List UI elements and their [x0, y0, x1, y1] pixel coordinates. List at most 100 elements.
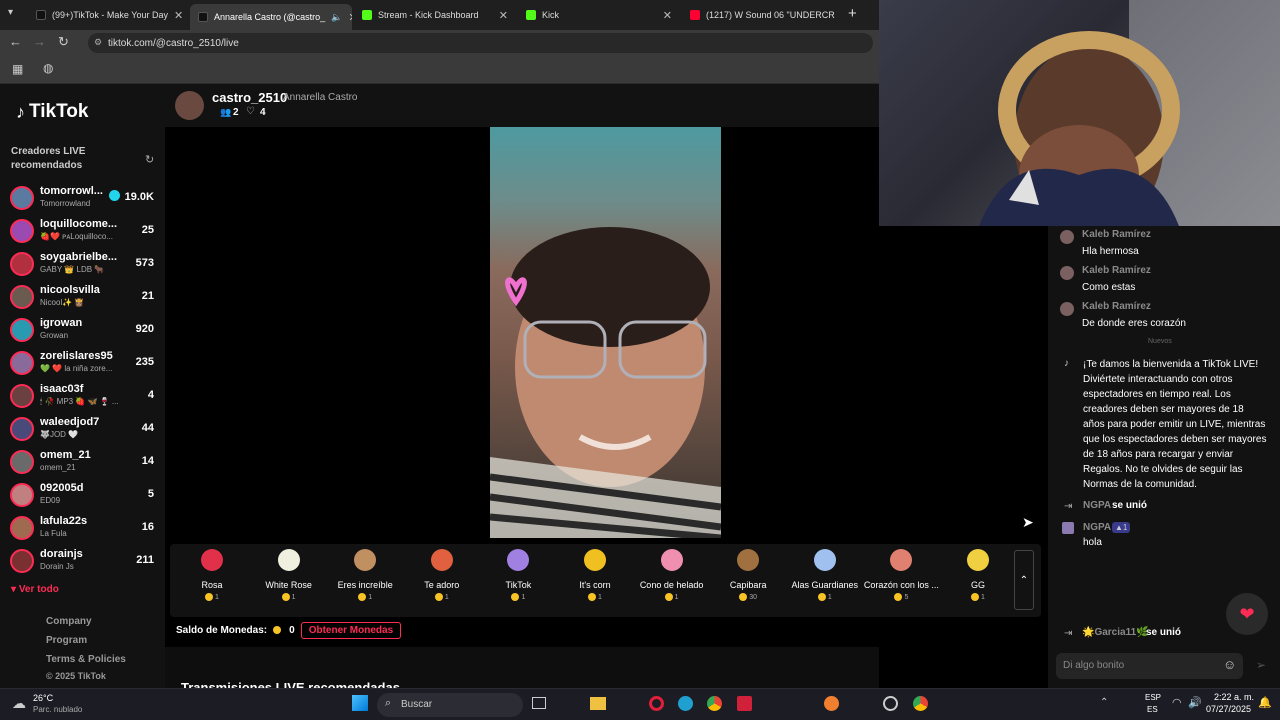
gift-item[interactable]: TikTok 1: [480, 549, 556, 601]
footer-company-link[interactable]: Company: [46, 616, 92, 627]
obs-icon[interactable]: [883, 696, 898, 711]
close-tab-icon[interactable]: ✕: [841, 9, 842, 22]
creator-row[interactable]: soygabrielbe... GABY 👑 LDB 🐂 573: [0, 248, 165, 281]
emoji-icon[interactable]: ☺: [1223, 657, 1236, 672]
apps-grid-icon[interactable]: ▦: [12, 62, 23, 76]
tab-kick-dashboard[interactable]: Stream - Kick Dashboard ✕: [354, 4, 516, 26]
speaker-icon[interactable]: 🔈: [331, 12, 342, 23]
task-view-icon[interactable]: [532, 697, 546, 709]
lang-code[interactable]: ESP: [1145, 693, 1161, 702]
chat-user[interactable]: Kaleb Ramírez: [1082, 301, 1151, 312]
url-field[interactable]: ⚙ tiktok.com/@castro_2510/live: [88, 33, 873, 53]
chrome-active-icon[interactable]: [913, 696, 928, 711]
creator-row[interactable]: nicoolsvilla Nicool✨ 👸🏽 21: [0, 281, 165, 314]
live-video[interactable]: [489, 127, 722, 542]
gift-item[interactable]: Corazón con los ... 5: [863, 549, 939, 601]
reload-icon[interactable]: ↻: [58, 34, 69, 50]
like-button[interactable]: ❤: [1226, 593, 1268, 635]
creator-row[interactable]: zorelislares95 💚 ❤️ la niña zore... 235: [0, 347, 165, 380]
chat-user[interactable]: Kaleb Ramírez: [1082, 229, 1151, 240]
forward-icon[interactable]: →: [33, 34, 46, 49]
close-tab-icon[interactable]: ✕: [663, 9, 672, 22]
clock-date[interactable]: 07/27/2025: [1206, 704, 1251, 714]
chrome-icon[interactable]: [707, 696, 722, 711]
gift-price-value: 1: [981, 593, 985, 601]
windows-start-icon[interactable]: [352, 695, 368, 711]
send-icon[interactable]: ➢: [1256, 658, 1266, 672]
tab-youtube[interactable]: (1217) W Sound 06 "UNDERCR ✕: [682, 4, 842, 26]
opera-icon[interactable]: [649, 696, 664, 711]
gift-item[interactable]: Cono de helado 1: [634, 549, 710, 601]
creator-avatar: [10, 384, 34, 408]
gift-item[interactable]: GG 1: [940, 549, 1016, 601]
streamer-avatar[interactable]: [175, 91, 204, 120]
gift-item[interactable]: Rosa 1: [174, 549, 250, 601]
like-count: 4: [260, 107, 266, 118]
new-tab-button[interactable]: +: [848, 5, 857, 22]
creator-viewer-count: 235: [135, 356, 154, 368]
edge-icon[interactable]: [678, 696, 693, 711]
close-tab-icon[interactable]: ✕: [174, 9, 183, 22]
creator-row[interactable]: tomorrowl... Tomorrowland 19.0K: [0, 182, 165, 215]
tab-annarella[interactable]: Annarella Castro (@castro_ 🔈 ✕: [190, 4, 352, 30]
volume-icon[interactable]: 🔊: [1188, 696, 1202, 709]
creator-row[interactable]: lafula22s La Fula 16: [0, 512, 165, 545]
gift-item[interactable]: Eres increíble 1: [327, 549, 403, 601]
tray-chevron-icon[interactable]: ⌃: [1100, 697, 1108, 708]
gift-item[interactable]: White Rose 1: [251, 549, 327, 601]
file-explorer-icon[interactable]: [590, 697, 606, 710]
creator-row[interactable]: isaac03f 🕯 🥀 MP3 🍓 🦋 🍷 ... 4: [0, 380, 165, 413]
tiktok-favicon-icon: [36, 10, 46, 20]
gift-price-value: 1: [215, 593, 219, 601]
chat-text: Hla hermosa: [1082, 246, 1139, 257]
refresh-icon[interactable]: ↻: [145, 153, 154, 166]
clock-time[interactable]: 2:22 a. m.: [1214, 692, 1254, 702]
gift-item[interactable]: Te adoro 1: [404, 549, 480, 601]
see-all-link[interactable]: ▾ Ver todo: [11, 584, 59, 595]
joined-user[interactable]: NGPA: [1083, 500, 1111, 511]
chat-input-placeholder: Di algo bonito: [1063, 660, 1125, 671]
creator-row[interactable]: omem_21 omem_21 14: [0, 446, 165, 479]
taskbar-search[interactable]: ⌕ Buscar: [377, 693, 523, 717]
wifi-icon[interactable]: ◠: [1172, 696, 1182, 709]
creator-viewer-count: 16: [141, 521, 154, 533]
creator-row[interactable]: waleedjod7 🐺JOD 🤍 44: [0, 413, 165, 446]
notification-icon[interactable]: 🔔: [1258, 696, 1272, 709]
creator-row[interactable]: 092005d ED09 5: [0, 479, 165, 512]
creator-row[interactable]: loquillocome... 🍓❤️ ᴘᴀLoquilloco... 25: [0, 215, 165, 248]
wps-icon[interactable]: [737, 696, 752, 711]
chat-user[interactable]: NGPA: [1083, 522, 1111, 533]
chat-input[interactable]: Di algo bonito ☺: [1056, 653, 1243, 679]
close-tab-icon[interactable]: ✕: [348, 11, 352, 24]
gift-price: 1: [174, 593, 250, 601]
join-arrow-icon: ⇥: [1064, 501, 1073, 512]
gift-item[interactable]: It's corn 1: [557, 549, 633, 601]
expand-gifts-button[interactable]: ⌃: [1014, 550, 1034, 610]
creator-row[interactable]: igrowan Growan 920: [0, 314, 165, 347]
creator-name: 092005d: [40, 482, 84, 494]
back-icon[interactable]: ←: [9, 34, 22, 49]
tab-tiktok-home[interactable]: (99+)TikTok - Make Your Day ✕: [28, 4, 188, 26]
joined-user[interactable]: 🌟Garcia11🌿: [1082, 627, 1149, 638]
globe-icon[interactable]: ◍: [43, 61, 53, 75]
tiktok-logo[interactable]: ♪ TikTok: [16, 101, 88, 123]
chat-text: Como estas: [1082, 282, 1136, 293]
bookmarks-bar: ▦ ◍: [0, 56, 879, 84]
footer-program-link[interactable]: Program: [46, 635, 87, 646]
chevron-up-icon: ⌃: [1019, 574, 1029, 586]
tab-search-icon[interactable]: ▾: [8, 7, 13, 18]
get-coins-button[interactable]: Obtener Monedas: [300, 621, 402, 639]
site-info-icon[interactable]: ⚙: [94, 37, 102, 48]
coin-icon: [273, 626, 282, 634]
gift-item[interactable]: Capibara 30: [710, 549, 786, 601]
close-tab-icon[interactable]: ✕: [499, 9, 508, 22]
tab-kick[interactable]: Kick ✕: [518, 4, 680, 26]
fl-studio-icon[interactable]: [824, 696, 839, 711]
chat-user[interactable]: Kaleb Ramírez: [1082, 265, 1151, 276]
streamer-handle[interactable]: castro_2510: [212, 90, 287, 105]
footer-terms-link[interactable]: Terms & Policies: [46, 654, 126, 665]
creator-name: waleedjod7: [40, 416, 100, 428]
gift-item[interactable]: Alas Guardianes 1: [787, 549, 863, 601]
coin-icon: [817, 593, 826, 601]
creator-row[interactable]: dorainjs Dorain Js 211: [0, 545, 165, 578]
